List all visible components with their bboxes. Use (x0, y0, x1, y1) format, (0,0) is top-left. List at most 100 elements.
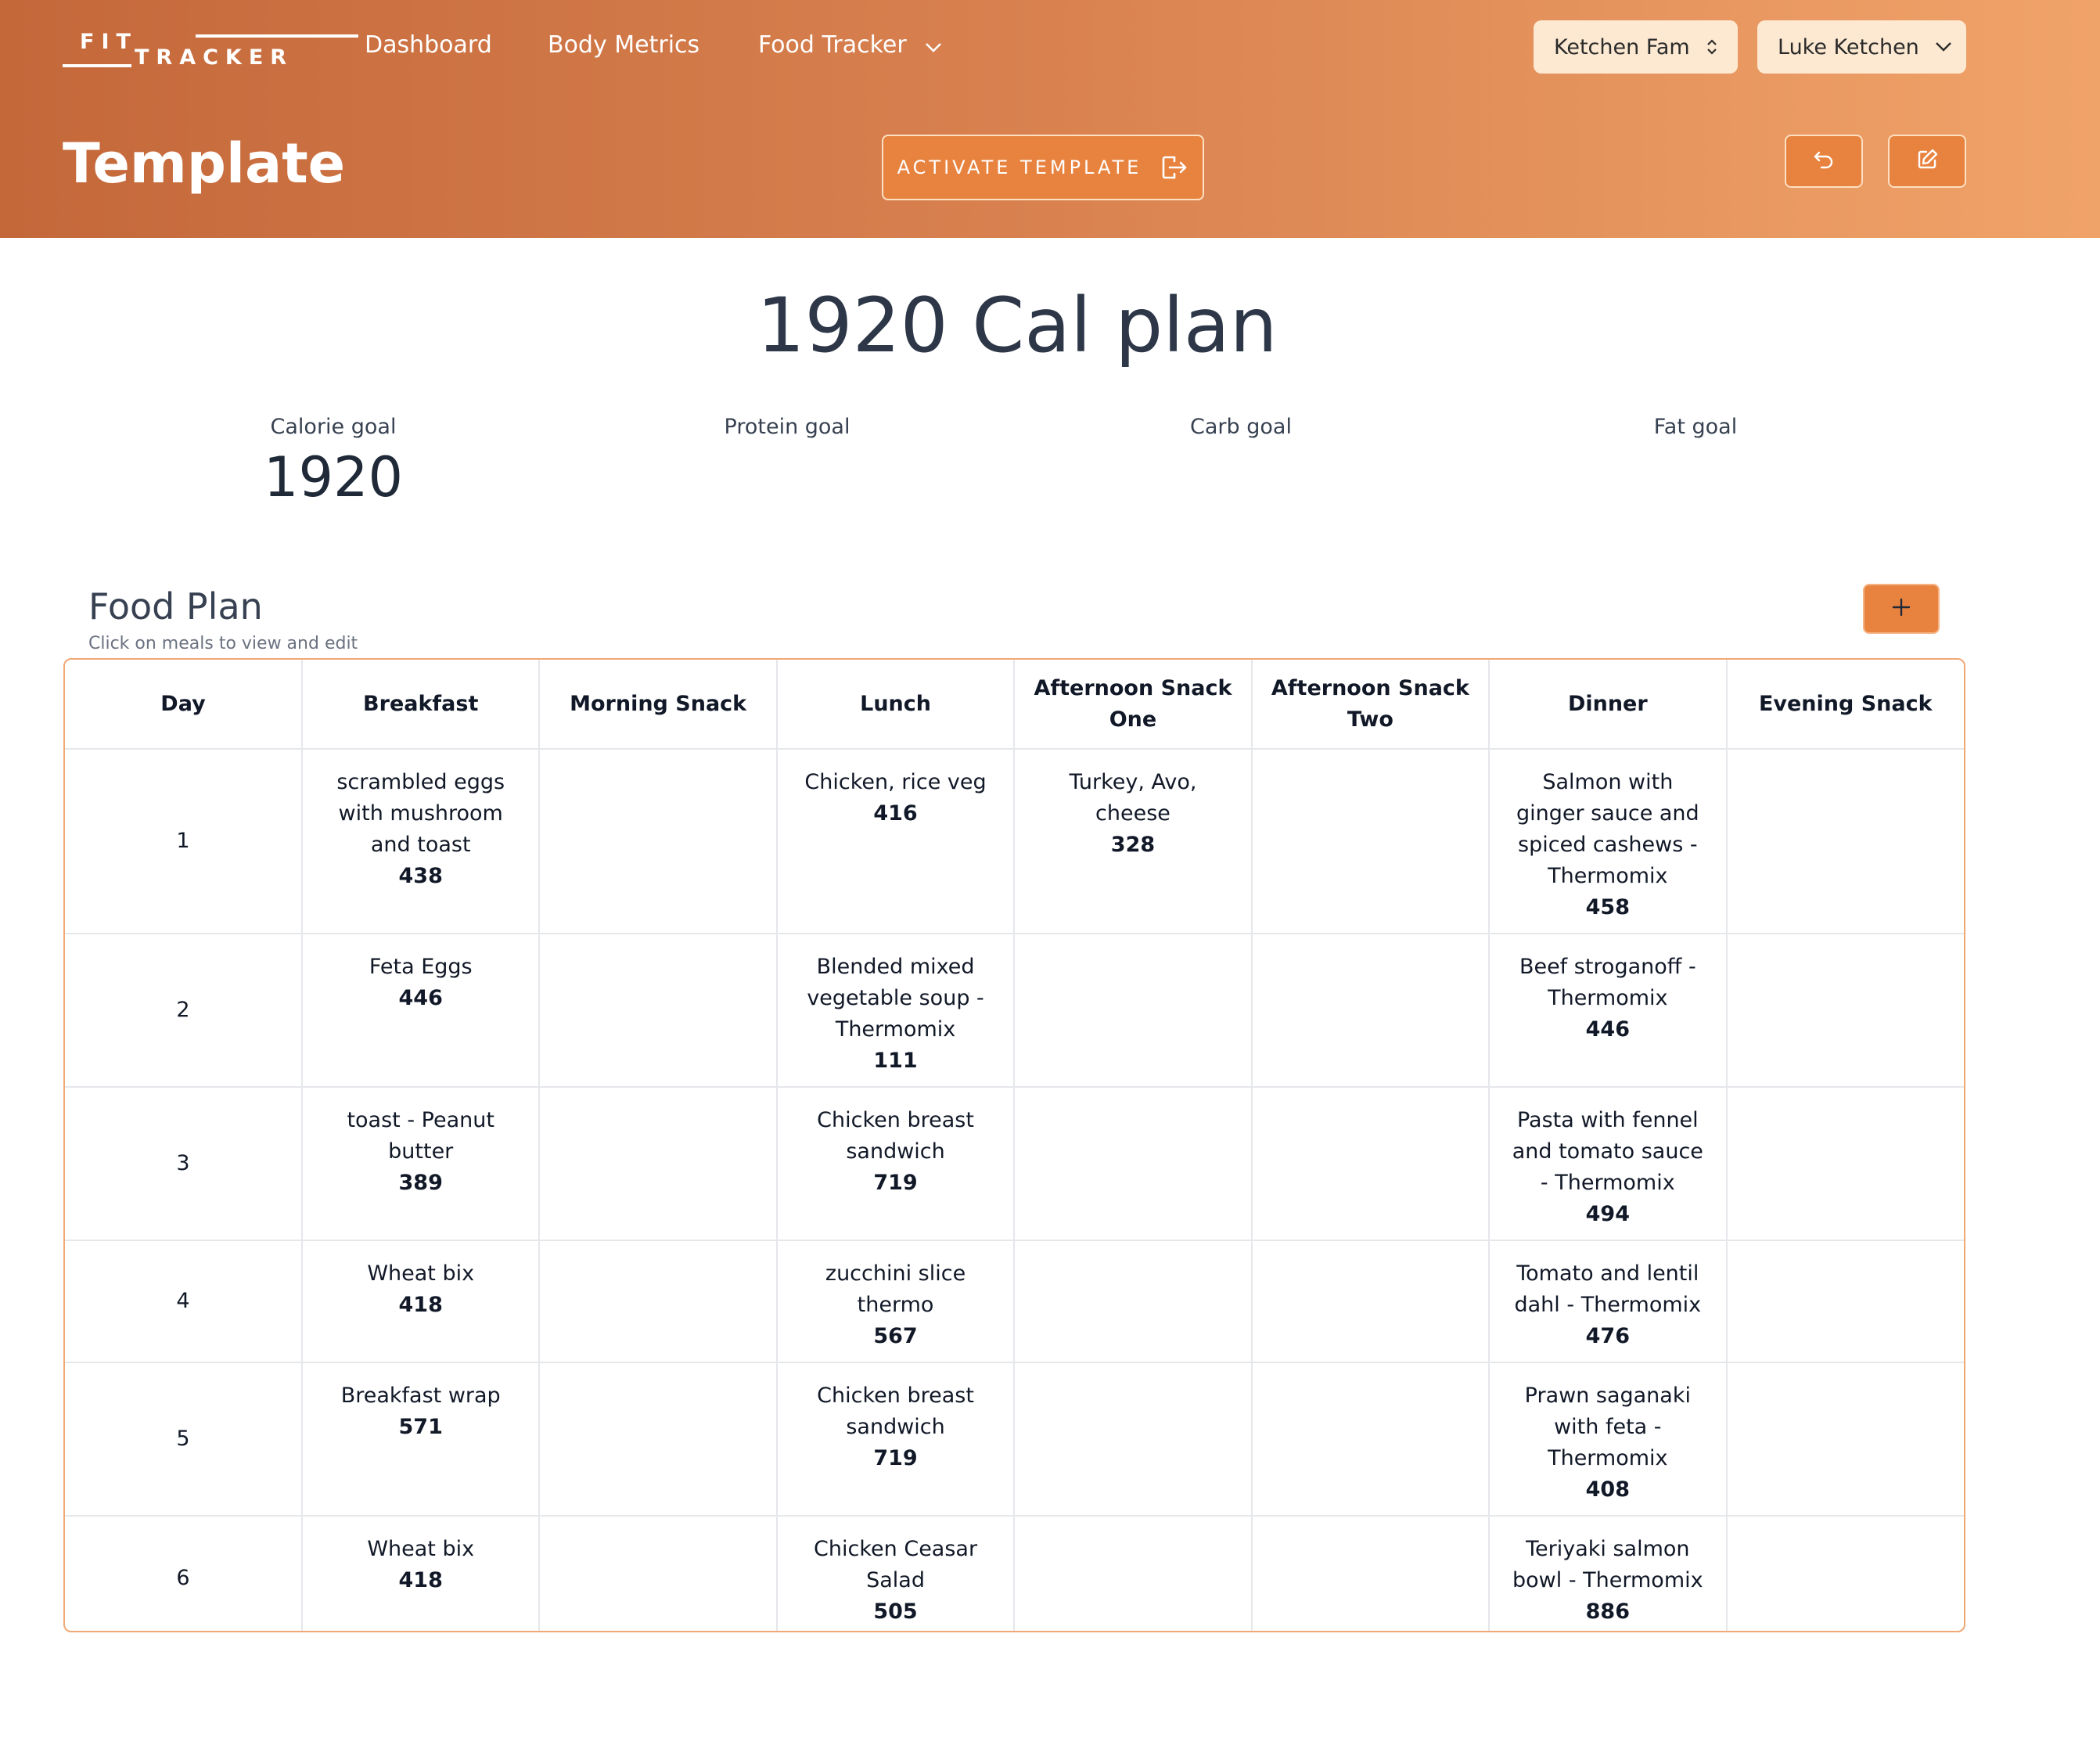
edit-icon (1915, 148, 1939, 175)
food-plan-subtitle: Click on meals to view and edit (88, 634, 358, 653)
meal-cell[interactable]: Prawn saganaki with feta - Thermomix 408 (1488, 1362, 1728, 1517)
meal-cell[interactable] (1250, 933, 1490, 1088)
nav-body-metrics-label: Body Metrics (548, 31, 700, 59)
calorie-goal: Calorie goal 1920 (177, 415, 490, 509)
fat-goal: Fat goal (1539, 415, 1852, 445)
family-select[interactable]: Ketchen Fam (1534, 20, 1738, 74)
meal-cell[interactable]: Blended mixed vegetable soup - Thermomix… (775, 933, 1016, 1088)
add-day-button[interactable] (1863, 584, 1940, 634)
meal-cell[interactable]: Salmon with ginger sauce and spiced cash… (1488, 748, 1728, 934)
meal-cell[interactable] (538, 748, 778, 934)
user-menu[interactable]: Luke Ketchen (1757, 20, 1966, 74)
meal-cell[interactable] (1250, 1086, 1490, 1241)
fit-tracker-logo[interactable]: FIT TRACKER (63, 30, 358, 70)
meal-cell[interactable] (1013, 1515, 1253, 1631)
meal-cell[interactable]: Breakfast wrap 571 (300, 1362, 541, 1517)
meal-cell[interactable] (538, 933, 778, 1088)
meal-cell[interactable] (1725, 1515, 1964, 1631)
day-number: 3 (65, 1086, 303, 1241)
food-plan-table: Day Breakfast Morning Snack Lunch Afternoon … (63, 658, 1965, 1632)
column-header: Breakfast (300, 660, 541, 750)
meal-name: Salmon with ginger sauce and spiced cash… (1516, 770, 1699, 888)
edit-button[interactable] (1888, 135, 1966, 188)
meal-cell[interactable]: zucchini slice thermo 567 (775, 1240, 1016, 1363)
meal-cell[interactable]: scrambled eggs with mushroom and toast 43… (300, 748, 541, 934)
nav-food-tracker-label: Food Tracker (758, 31, 907, 59)
meal-calories: 567 (873, 1324, 918, 1348)
logo-tracker-text: TRACKER (135, 45, 294, 70)
meal-cell[interactable] (1725, 1362, 1964, 1517)
meal-name: zucchini slice thermo (825, 1261, 966, 1317)
nav-food-tracker[interactable]: Food Tracker (758, 31, 942, 59)
meal-cell[interactable]: Teriyaki salmon bowl - Thermomix 886 (1488, 1515, 1728, 1631)
app-header: FIT TRACKER Dashboard Body Metrics Food … (0, 0, 2100, 238)
table-row: 4 Wheat bix 418 zucchini slice thermo 567 Tom… (65, 1240, 1964, 1363)
logo-fit-text: FIT (80, 30, 138, 54)
meal-cell[interactable] (1250, 748, 1490, 934)
meal-name: Chicken breast sandwich (817, 1384, 974, 1439)
meal-cell[interactable] (1013, 1240, 1253, 1363)
activate-template-button[interactable]: ACTIVATE TEMPLATE (882, 135, 1204, 200)
meal-cell[interactable]: Chicken Ceasar Salad 505 (775, 1515, 1016, 1631)
plus-icon (1890, 596, 1912, 621)
meal-cell[interactable]: Turkey, Avo, cheese 328 (1013, 748, 1253, 934)
chevron-up-down-icon (1706, 38, 1718, 56)
undo-icon (1812, 148, 1836, 175)
meal-name: toast - Peanut butter (347, 1108, 494, 1164)
meal-calories: 328 (1110, 833, 1156, 857)
meal-calories: 446 (1585, 1017, 1630, 1042)
meal-cell[interactable] (538, 1240, 778, 1363)
column-header: Morning Snack (538, 660, 778, 750)
meal-cell[interactable] (1250, 1240, 1490, 1363)
meal-name: Beef stroganoff - Thermomix (1519, 955, 1696, 1010)
table-row: 3 toast - Peanut butter 389 Chicken breast … (65, 1086, 1964, 1241)
meal-name: Pasta with fennel and tomato sauce - The… (1512, 1108, 1703, 1195)
chevron-down-icon (1935, 41, 1952, 52)
day-number: 1 (65, 748, 303, 934)
meal-cell[interactable]: Wheat bix 418 (300, 1515, 541, 1631)
meal-name: scrambled eggs with mushroom and toast (336, 770, 505, 857)
meal-cell[interactable] (1013, 933, 1253, 1088)
meal-cell[interactable] (1013, 1086, 1253, 1241)
undo-button[interactable] (1785, 135, 1863, 188)
meal-name: Chicken breast sandwich (817, 1108, 974, 1164)
carb-goal-label: Carb goal (1190, 415, 1292, 439)
meal-calories: 389 (398, 1171, 443, 1195)
column-header: Day (65, 660, 303, 750)
page-title: Template (63, 131, 346, 196)
meal-cell[interactable]: Chicken breast sandwich 719 (775, 1362, 1016, 1517)
meal-name: Tomato and lentil dahl - Thermomix (1514, 1261, 1702, 1317)
meal-calories: 494 (1585, 1202, 1630, 1226)
protein-goal: Protein goal (631, 415, 944, 445)
meal-cell[interactable]: Beef stroganoff - Thermomix 446 (1488, 933, 1728, 1088)
meal-cell[interactable]: Chicken, rice veg 416 (775, 748, 1016, 934)
meal-name: Chicken, rice veg (804, 770, 987, 794)
carb-goal: Carb goal (1084, 415, 1397, 445)
meal-cell[interactable]: Feta Eggs 446 (300, 933, 541, 1088)
meal-cell[interactable] (1725, 1086, 1964, 1241)
meal-cell[interactable] (1013, 1362, 1253, 1517)
plan-name: 1920 Cal plan (757, 282, 1278, 369)
meal-cell[interactable] (538, 1515, 778, 1631)
meal-cell[interactable] (1725, 933, 1964, 1088)
meal-cell[interactable]: Wheat bix 418 (300, 1240, 541, 1363)
meal-cell[interactable] (1250, 1362, 1490, 1517)
nav-dashboard[interactable]: Dashboard (365, 31, 492, 59)
table-row: 2 Feta Eggs 446 Blended mixed vegetable sou… (65, 933, 1964, 1088)
meal-cell[interactable]: toast - Peanut butter 389 (300, 1086, 541, 1241)
meal-cell[interactable] (1250, 1515, 1490, 1631)
meal-cell[interactable]: Tomato and lentil dahl - Thermomix 476 (1488, 1240, 1728, 1363)
day-number: 5 (65, 1362, 303, 1517)
meal-cell[interactable] (1725, 1240, 1964, 1363)
meal-cell[interactable] (538, 1086, 778, 1241)
day-number: 6 (65, 1515, 303, 1631)
meal-cell[interactable] (538, 1362, 778, 1517)
meal-cell[interactable]: Pasta with fennel and tomato sauce - The… (1488, 1086, 1728, 1241)
meal-cell[interactable]: Chicken breast sandwich 719 (775, 1086, 1016, 1241)
nav-body-metrics[interactable]: Body Metrics (548, 31, 699, 59)
logout-arrow-icon (1159, 153, 1188, 182)
nav-dashboard-label: Dashboard (365, 31, 492, 59)
meal-cell[interactable] (1725, 748, 1964, 934)
chevron-down-icon (925, 32, 942, 59)
protein-goal-label: Protein goal (724, 415, 850, 439)
